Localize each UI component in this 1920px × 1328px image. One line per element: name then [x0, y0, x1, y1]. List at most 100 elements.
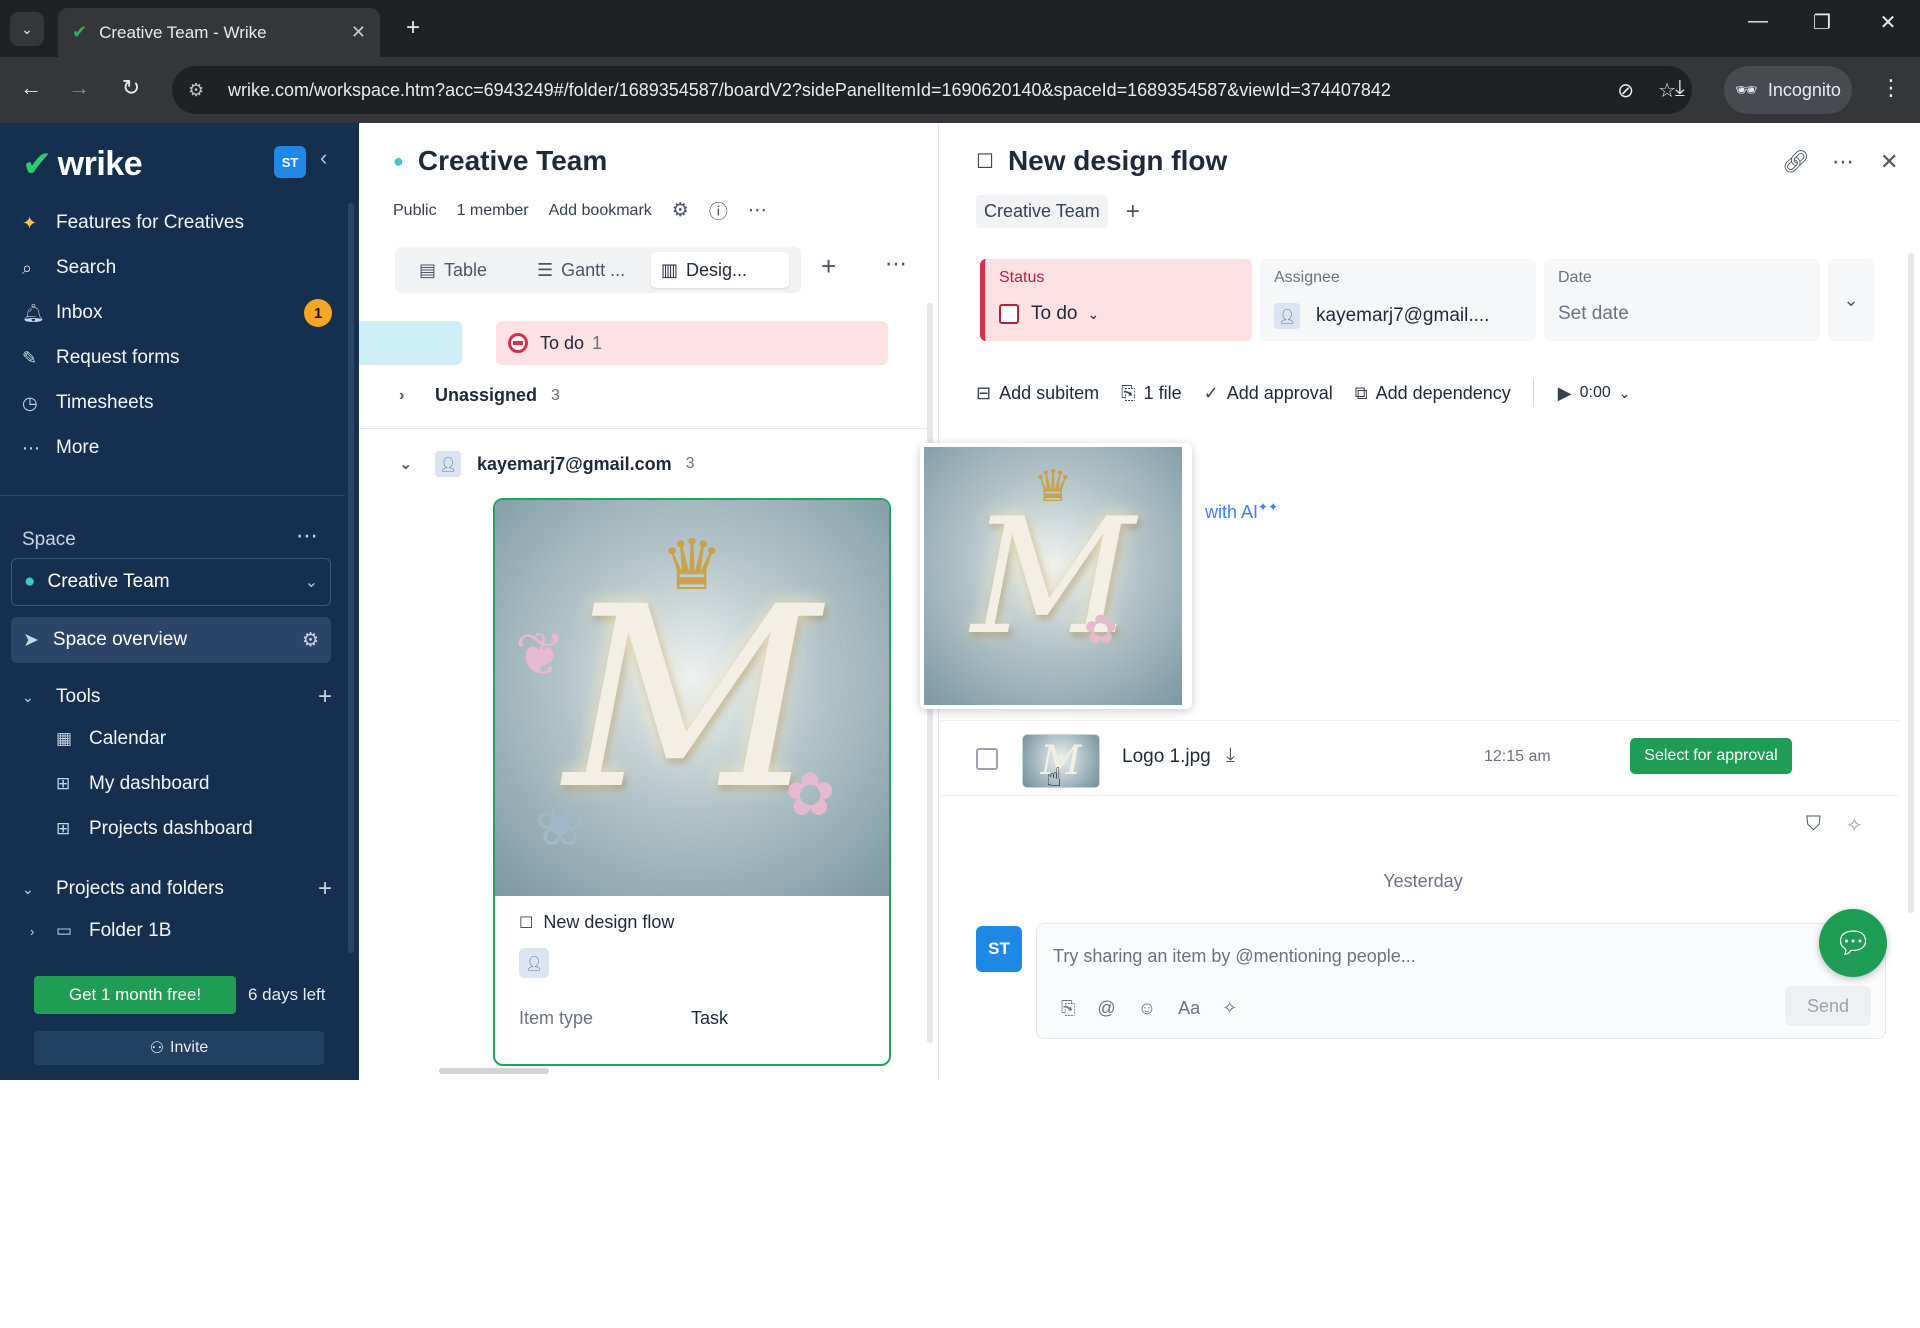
panel-scrollbar[interactable]: [1908, 253, 1914, 913]
user-avatar[interactable]: ST: [274, 146, 306, 178]
sidebar-item-search[interactable]: ⌕ Search Ctrl+K: [22, 248, 1920, 1328]
chat-bubble-icon[interactable]: 💬︎: [1819, 909, 1887, 977]
filter-icon[interactable]: ⛉: [1806, 813, 1821, 836]
tab-table[interactable]: ▤ Table: [409, 252, 497, 288]
add-subitem-button[interactable]: ⊟ Add subitem: [976, 383, 1099, 404]
add-location-icon[interactable]: +: [1126, 198, 1140, 226]
gear-icon[interactable]: ⚙: [672, 199, 689, 222]
add-bookmark-link[interactable]: Add bookmark: [549, 202, 652, 220]
address-bar[interactable]: ⚙ wrike.com/workspace.htm?acc=6943249#/f…: [172, 66, 1692, 114]
more-dots-icon[interactable]: ⋯: [748, 199, 767, 222]
item-title[interactable]: ☐ New design flow: [976, 145, 1227, 177]
mention-icon[interactable]: @: [1097, 998, 1115, 1019]
forward-icon[interactable]: →: [64, 75, 94, 101]
view-options-icon[interactable]: ⋯: [885, 251, 907, 277]
reload-icon[interactable]: ↻: [116, 75, 146, 101]
eye-off-icon[interactable]: ⊘: [1617, 78, 1634, 103]
browser-tab[interactable]: ✔ Creative Team - Wrike ✕: [58, 8, 380, 57]
date-field[interactable]: Date Set date: [1544, 259, 1820, 341]
status-field[interactable]: Status To do ⌄: [980, 259, 1252, 341]
space-selector[interactable]: ● Creative Team ⌄: [11, 558, 331, 606]
add-approval-button[interactable]: ✓ Add approval: [1204, 383, 1333, 404]
visibility-label[interactable]: Public: [393, 202, 437, 220]
space-overview-item[interactable]: ➤ Space overview ⚙: [11, 617, 331, 663]
bookmark-star-icon[interactable]: ☆: [1658, 78, 1676, 103]
tab-close-icon[interactable]: ✕: [351, 22, 366, 43]
attachment-name[interactable]: Logo 1.jpg: [1122, 746, 1211, 768]
info-icon[interactable]: ⓘ: [709, 197, 728, 224]
location-tag[interactable]: Creative Team: [976, 195, 1108, 228]
collapse-sidebar-icon[interactable]: ‹: [320, 145, 327, 171]
sidebar-item-features[interactable]: ✦ Features for Creatives: [22, 203, 332, 243]
folder-item[interactable]: › ▭ Folder 1B: [30, 920, 300, 942]
comment-input[interactable]: Try sharing an item by @mentioning peopl…: [1053, 946, 1416, 967]
timer-button[interactable]: ▶ 0:00 ⌄: [1558, 383, 1631, 404]
date-value: Set date: [1558, 303, 1629, 324]
browser-menu-icon[interactable]: ⋮: [1880, 75, 1902, 101]
tool-item-my-dashboard[interactable]: ⊞ My dashboard: [56, 773, 326, 795]
projects-section-header[interactable]: ⌄ Projects and folders +: [22, 875, 332, 903]
board-horizontal-scrollbar[interactable]: [439, 1068, 549, 1074]
minimize-icon[interactable]: —: [1738, 10, 1778, 33]
board-view: ● Creative Team Public 1 member Add book…: [359, 123, 939, 1080]
select-for-approval-button[interactable]: Select for approval: [1630, 738, 1792, 774]
back-icon[interactable]: ←: [16, 75, 46, 101]
invite-button[interactable]: ⚇ Invite: [34, 1031, 324, 1065]
group-assignee[interactable]: ⌄ 👤︎ kayemarj7@gmail.com 3: [399, 451, 695, 477]
emoji-icon[interactable]: ☺: [1138, 998, 1156, 1019]
column-header-todo[interactable]: To do 1: [496, 321, 888, 365]
text-format-icon[interactable]: Aa: [1178, 998, 1200, 1019]
tab-search-button[interactable]: ⌄: [10, 12, 44, 46]
date-label: Date: [1558, 269, 1592, 286]
new-tab-button[interactable]: +: [398, 12, 428, 46]
site-info-icon[interactable]: ⚙: [188, 80, 214, 101]
promo-button[interactable]: Get 1 month free!: [34, 976, 236, 1014]
tab-gantt[interactable]: ☰ Gantt ...: [527, 252, 635, 288]
ai-sparkle-icon[interactable]: ✧: [1846, 813, 1863, 838]
members-label[interactable]: 1 member: [457, 202, 529, 220]
incognito-indicator[interactable]: 🕶 Incognito: [1724, 66, 1852, 114]
expand-fields-icon[interactable]: ⌄: [1828, 259, 1874, 341]
attachment-row[interactable]: M Logo 1.jpg ⤓ 12:15 am Select for appro…: [940, 720, 1900, 796]
sidebar-item-request-forms[interactable]: ✎ Request forms: [22, 338, 332, 378]
previous-column-header[interactable]: [359, 321, 462, 365]
tools-section-header[interactable]: ⌄ Tools +: [22, 683, 332, 711]
card-title[interactable]: ☐ New design flow: [519, 912, 674, 933]
paperclip-icon[interactable]: ⎘: [1061, 998, 1075, 1019]
add-dependency-button[interactable]: ⧉ Add dependency: [1355, 383, 1511, 404]
sidebar-scrollbar[interactable]: [348, 203, 354, 953]
add-tool-icon[interactable]: +: [318, 683, 332, 711]
dashboard-icon: ⊞: [56, 819, 71, 838]
sidebar-item-inbox[interactable]: 🔔︎ Inbox 1: [22, 293, 332, 333]
ai-sparkle-icon[interactable]: ✧: [1222, 998, 1237, 1019]
card-assignee-avatar[interactable]: 👤︎: [519, 948, 549, 978]
tool-item-calendar[interactable]: ▦ Calendar: [56, 728, 326, 750]
gear-icon[interactable]: ⚙: [302, 629, 319, 652]
tab-design-board[interactable]: ▥ Desig...: [651, 252, 789, 288]
download-icon[interactable]: ⤓: [1226, 744, 1235, 767]
assignee-field[interactable]: Assignee 👤︎ kayemarj7@gmail....: [1260, 259, 1536, 341]
tool-item-projects-dashboard[interactable]: ⊞ Projects dashboard: [56, 818, 326, 840]
group-unassigned[interactable]: › Unassigned 3: [399, 385, 560, 406]
download-icon[interactable]: ⤓: [1675, 75, 1685, 101]
add-view-icon[interactable]: +: [821, 251, 836, 282]
attachment-checkbox[interactable]: [976, 748, 998, 770]
gantt-icon: ☰: [537, 259, 554, 280]
restore-icon[interactable]: ❐: [1802, 10, 1842, 35]
sidebar-item-more[interactable]: ⋯ More: [22, 428, 332, 468]
space-options-icon[interactable]: ⋯: [296, 523, 318, 549]
ai-link[interactable]: with AI✦✦: [1205, 500, 1278, 523]
add-project-icon[interactable]: +: [318, 875, 332, 903]
files-button[interactable]: ⎘ 1 file: [1121, 383, 1181, 404]
task-card[interactable]: ♛ ❦ ✿ ❀ M ☐ New design flow 👤︎ Item type…: [493, 498, 891, 1066]
status-checkbox[interactable]: [999, 304, 1019, 324]
sidebar-divider: [0, 495, 345, 496]
sidebar-item-timesheets[interactable]: ◷ Timesheets: [22, 383, 332, 423]
send-button[interactable]: Send: [1785, 986, 1871, 1026]
comment-box[interactable]: Try sharing an item by @mentioning peopl…: [1036, 923, 1886, 1039]
more-dots-icon[interactable]: ⋯: [1832, 149, 1854, 175]
copy-link-icon[interactable]: 🔗︎: [1782, 149, 1810, 175]
wrike-logo[interactable]: ✔ wrike: [22, 143, 143, 185]
window-close-icon[interactable]: ✕: [1868, 10, 1908, 35]
close-panel-icon[interactable]: ✕: [1880, 149, 1898, 175]
